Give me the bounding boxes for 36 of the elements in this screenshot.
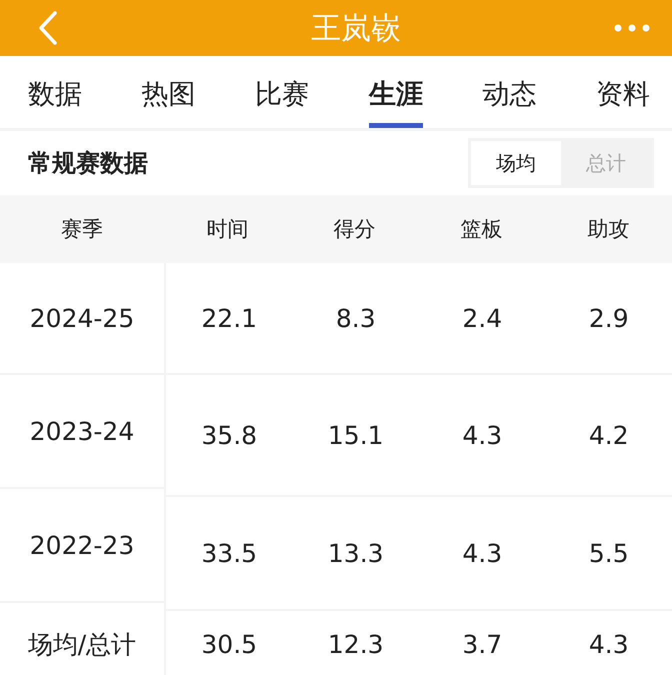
table-cell-text: 2.9: [588, 304, 630, 332]
table-cell-text: 5.5: [588, 538, 630, 568]
tab[interactable]: 热图: [142, 56, 196, 128]
section-title: 常规赛数据: [28, 148, 148, 179]
table-cell-text: 30.5: [200, 630, 258, 658]
table-cell-text: 12.3: [326, 630, 385, 658]
table-cell-text: 22.1: [200, 304, 258, 332]
table-cell-text: 3.7: [461, 630, 504, 658]
column-header: 赛季: [60, 216, 104, 243]
table-cell-text: 35.8: [200, 420, 258, 450]
page-title: 王岚嵚: [311, 10, 401, 48]
table-cell-text: 13.3: [326, 538, 385, 568]
season-cell: 2023-24: [0, 375, 164, 487]
table-cell-text: 4.3: [461, 538, 504, 568]
season-cell: 场均/总计: [0, 603, 164, 675]
tab[interactable]: 生涯: [368, 56, 423, 128]
table-cell-text: 4.2: [588, 420, 630, 450]
tab[interactable]: 动态: [482, 56, 536, 128]
column-header: 得分: [332, 216, 376, 243]
table-cell-text: 8.3: [334, 304, 377, 332]
column-header: 助攻: [586, 216, 630, 243]
season-cell: 2024-25: [0, 263, 164, 373]
table-cell-text: 2.4: [461, 304, 504, 332]
back-icon[interactable]: [38, 11, 58, 45]
table-cell-text: 33.5: [200, 538, 258, 568]
column-header: 篮板: [460, 216, 504, 243]
table-cell-text: 15.1: [326, 420, 385, 450]
tab[interactable]: 数据: [28, 56, 82, 128]
table-cell-text: 4.3: [588, 630, 630, 658]
tab[interactable]: 资料: [596, 56, 650, 128]
tab[interactable]: 比赛: [255, 56, 310, 128]
column-header: 时间: [206, 216, 250, 243]
season-cell: 2022-23: [0, 489, 164, 601]
toggle-option[interactable]: 场均: [471, 141, 561, 185]
more-icon[interactable]: [614, 24, 650, 32]
table-cell-text: 4.3: [461, 420, 504, 450]
